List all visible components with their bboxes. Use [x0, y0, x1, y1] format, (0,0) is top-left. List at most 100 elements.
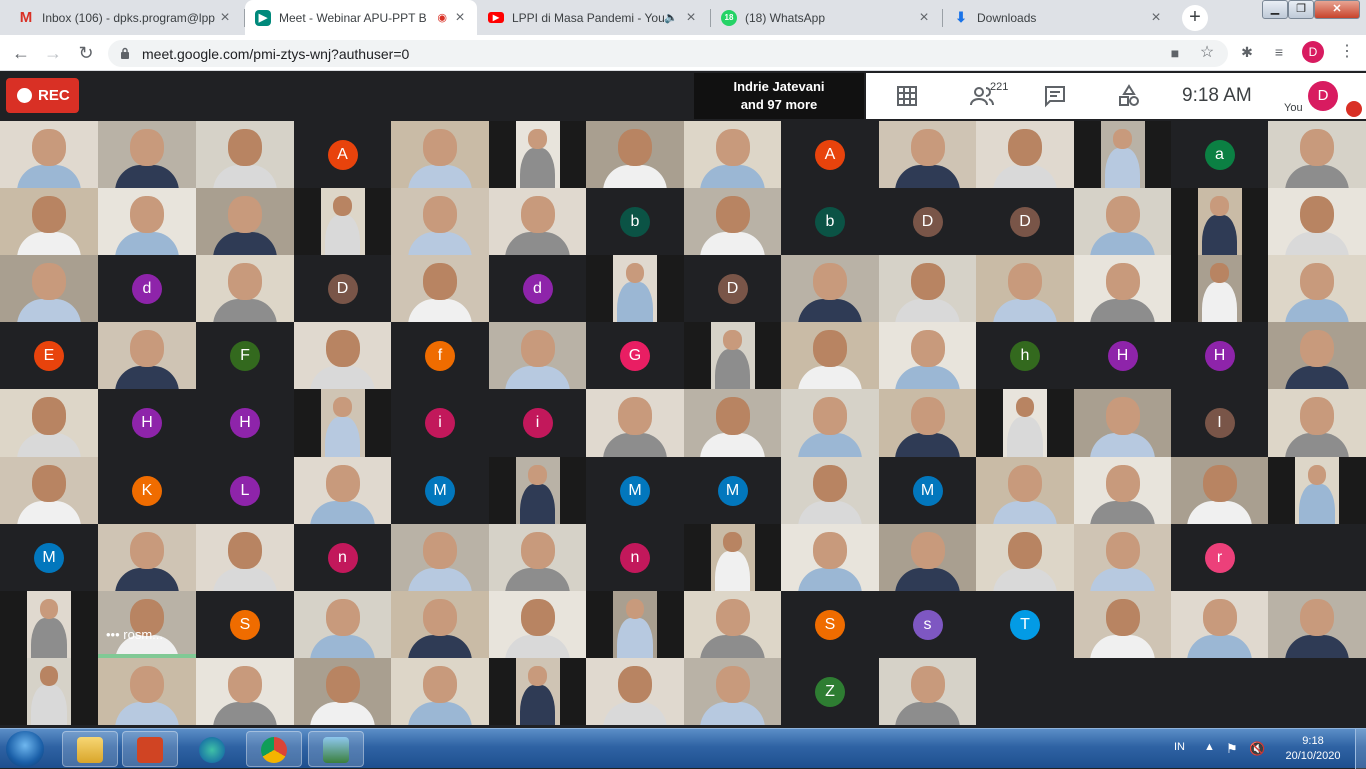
new-tab-button[interactable]: +	[1182, 5, 1208, 31]
participant-tile[interactable]: D	[294, 255, 391, 322]
taskbar-explorer[interactable]	[62, 731, 118, 767]
network-icon[interactable]: ⚑	[1226, 741, 1238, 757]
participant-tile[interactable]	[1268, 255, 1366, 322]
lock-icon[interactable]	[120, 47, 130, 59]
participant-tile[interactable]	[98, 188, 196, 255]
taskbar-photos[interactable]	[308, 731, 364, 767]
participant-tile[interactable]	[879, 121, 976, 188]
participant-tile[interactable]	[196, 188, 294, 255]
participant-tile[interactable]	[0, 591, 98, 658]
grid-layout-icon[interactable]	[895, 84, 919, 108]
participant-tile[interactable]: M	[586, 457, 684, 524]
tab-gmail[interactable]: M Inbox (106) - dpks.program@lpp ×	[8, 0, 242, 35]
participant-tile[interactable]: D	[684, 255, 781, 322]
speaker-icon[interactable]: 🔈	[664, 11, 678, 24]
participant-tile[interactable]	[391, 121, 489, 188]
forward-arrow-icon[interactable]: →	[41, 41, 65, 65]
participant-tile[interactable]	[98, 524, 196, 591]
reload-icon[interactable]: ↻	[74, 41, 98, 65]
participant-tile[interactable]	[1268, 188, 1366, 255]
show-desktop-button[interactable]	[1355, 729, 1366, 769]
participant-tile[interactable]	[586, 658, 684, 725]
participant-tile[interactable]	[294, 389, 391, 457]
participant-tile[interactable]	[684, 591, 781, 658]
participant-tile[interactable]: A	[294, 121, 391, 188]
participant-tile[interactable]	[1074, 121, 1171, 188]
participant-tile[interactable]: b	[781, 188, 879, 255]
participant-tile[interactable]	[489, 591, 586, 658]
participant-tile[interactable]: L	[196, 457, 294, 524]
participant-tile[interactable]: D	[879, 188, 976, 255]
participant-tile[interactable]: K	[98, 457, 196, 524]
participant-tile[interactable]	[0, 658, 98, 725]
participant-tile[interactable]	[391, 524, 489, 591]
participant-tile[interactable]: H	[98, 389, 196, 457]
maximize-button[interactable]: ❐	[1288, 0, 1314, 19]
participant-tile[interactable]	[1074, 255, 1171, 322]
participant-tile[interactable]	[684, 524, 781, 591]
participant-tile[interactable]	[586, 255, 684, 322]
participant-tile[interactable]: M	[879, 457, 976, 524]
close-icon[interactable]: ×	[684, 9, 698, 27]
participant-tile[interactable]	[391, 591, 489, 658]
show-hidden-icons-icon[interactable]: ▲	[1204, 741, 1215, 753]
participant-tile[interactable]: T	[976, 591, 1074, 658]
participant-tile[interactable]	[1268, 591, 1366, 658]
tab-whatsapp[interactable]: 18 (18) WhatsApp ×	[711, 0, 941, 35]
participant-tile[interactable]	[98, 322, 196, 389]
participant-tile[interactable]	[489, 457, 586, 524]
participant-tile[interactable]	[0, 121, 98, 188]
window-close-button[interactable]: ✕	[1314, 0, 1360, 19]
participant-tile[interactable]: ••• rosm...	[98, 591, 196, 658]
participant-tile[interactable]: d	[489, 255, 586, 322]
participant-tile[interactable]	[196, 658, 294, 725]
participant-tile[interactable]: i	[489, 389, 586, 457]
participant-tile[interactable]	[1074, 591, 1171, 658]
close-icon[interactable]: ×	[917, 9, 931, 27]
participant-tile[interactable]: H	[196, 389, 294, 457]
participant-tile[interactable]	[976, 389, 1074, 457]
close-icon[interactable]: ×	[1149, 9, 1163, 27]
profile-avatar[interactable]: D	[1302, 41, 1324, 63]
participant-tile[interactable]	[586, 121, 684, 188]
participant-tile[interactable]	[879, 255, 976, 322]
participant-tile[interactable]	[294, 457, 391, 524]
participant-tile[interactable]: E	[0, 322, 98, 389]
participant-tile[interactable]	[196, 255, 294, 322]
participant-tile[interactable]	[684, 121, 781, 188]
participant-tile[interactable]	[0, 255, 98, 322]
start-button[interactable]	[6, 731, 44, 767]
participant-tile[interactable]	[294, 658, 391, 725]
participant-tile[interactable]	[98, 658, 196, 725]
back-arrow-icon[interactable]: ←	[9, 41, 33, 65]
participant-tile[interactable]: d	[98, 255, 196, 322]
participant-tile[interactable]: H	[1171, 322, 1268, 389]
participant-tile[interactable]	[1074, 524, 1171, 591]
participant-tile[interactable]	[294, 322, 391, 389]
participant-tile[interactable]	[1074, 457, 1171, 524]
participant-tile[interactable]: M	[391, 457, 489, 524]
participant-tile[interactable]: r	[1171, 524, 1268, 591]
participant-tile[interactable]	[684, 658, 781, 725]
participant-tile[interactable]	[976, 457, 1074, 524]
participant-tile[interactable]	[586, 389, 684, 457]
participant-tile[interactable]	[1171, 591, 1268, 658]
participant-tile[interactable]	[0, 188, 98, 255]
close-icon[interactable]: ×	[453, 9, 467, 27]
menu-icon[interactable]: ⋮	[1336, 41, 1358, 63]
participant-tile[interactable]	[1268, 322, 1366, 389]
participant-tile[interactable]	[586, 591, 684, 658]
participant-tile[interactable]	[781, 389, 879, 457]
tab-downloads[interactable]: ⬇ Downloads ×	[943, 0, 1173, 35]
participant-tile[interactable]	[1074, 188, 1171, 255]
participant-tile[interactable]	[98, 121, 196, 188]
participant-tile[interactable]	[976, 255, 1074, 322]
participant-tile[interactable]: i	[391, 389, 489, 457]
participant-tile[interactable]: G	[586, 322, 684, 389]
participant-tile[interactable]	[879, 524, 976, 591]
participant-tile[interactable]: H	[1074, 322, 1171, 389]
participant-tile[interactable]	[1268, 121, 1366, 188]
participant-tile[interactable]: S	[781, 591, 879, 658]
participant-tile[interactable]	[684, 322, 781, 389]
participant-tile[interactable]: h	[976, 322, 1074, 389]
